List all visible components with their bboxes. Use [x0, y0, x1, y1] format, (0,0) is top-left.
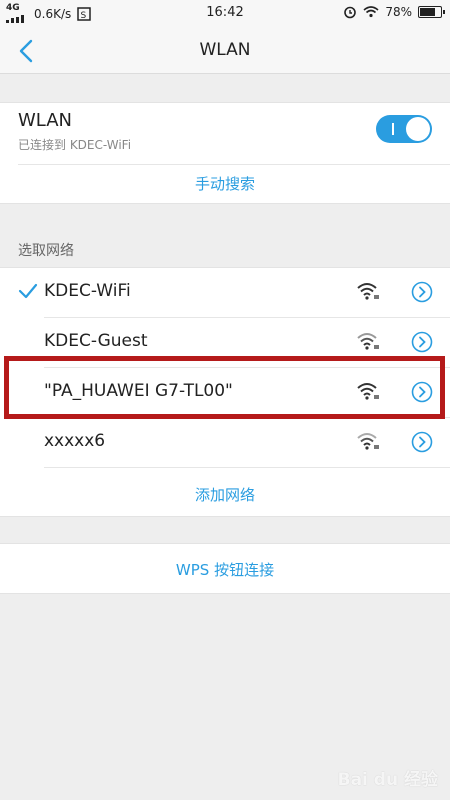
page-title: WLAN — [199, 40, 251, 60]
network-row-xxxxx6[interactable]: xxxxx6 — [0, 418, 450, 468]
nav-bar: WLAN — [0, 28, 450, 74]
section-label-choose-network: 选取网络 — [18, 243, 74, 259]
battery-percent: 78% — [385, 5, 412, 19]
wifi-locked-icon — [357, 383, 379, 400]
network-details-icon[interactable] — [411, 331, 433, 353]
network-ssid: KDEC-Guest — [44, 331, 148, 351]
wifi-status-icon — [363, 6, 379, 18]
network-details-icon[interactable] — [411, 281, 433, 303]
network-list: KDEC-WiFi KDEC-Guest "PA_HUAWEI G7-TL00"… — [0, 267, 450, 517]
network-ssid: xxxxx6 — [44, 431, 106, 451]
network-row-kdec-wifi[interactable]: KDEC-WiFi — [0, 268, 450, 318]
network-details-icon[interactable] — [411, 431, 433, 453]
network-ssid: "PA_HUAWEI G7-TL00" — [44, 381, 233, 401]
status-right: 78% — [343, 5, 445, 19]
wlan-card: WLAN 已连接到 KDEC-WiFi 手动搜索 — [0, 102, 450, 204]
network-row-kdec-guest[interactable]: KDEC-Guest — [0, 318, 450, 368]
battery-icon — [418, 6, 445, 18]
wifi-locked-icon — [357, 433, 379, 450]
add-network-button[interactable]: 添加网络 — [0, 484, 450, 505]
wlan-toggle[interactable] — [376, 115, 432, 143]
network-details-icon[interactable] — [411, 381, 433, 403]
wps-connect-button[interactable]: WPS 按钮连接 — [0, 559, 450, 580]
network-ssid: KDEC-WiFi — [44, 281, 131, 301]
connected-status-text: 已连接到 KDEC-WiFi — [18, 138, 132, 152]
network-row-pa-huawei[interactable]: "PA_HUAWEI G7-TL00" — [0, 368, 450, 418]
divider — [44, 467, 450, 468]
wps-card: WPS 按钮连接 — [0, 543, 450, 594]
wifi-locked-icon — [357, 333, 379, 350]
divider — [18, 164, 450, 165]
wifi-locked-icon — [357, 283, 379, 300]
toggle-on-indicator — [392, 123, 394, 135]
checkmark-icon — [18, 283, 38, 299]
wlan-label: WLAN — [18, 110, 73, 131]
toggle-knob — [406, 117, 430, 141]
status-bar: 4G 0.6K/s S 16:42 78% — [0, 0, 450, 28]
alarm-icon — [344, 6, 357, 19]
manual-search-button[interactable]: 手动搜索 — [0, 173, 450, 194]
baidu-watermark: Bai du 经验 — [337, 770, 438, 790]
